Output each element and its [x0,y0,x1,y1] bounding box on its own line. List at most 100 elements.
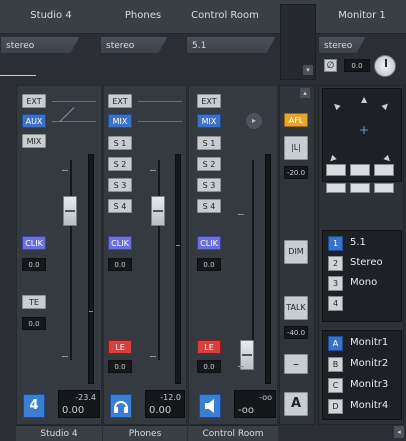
monitor-a-label: Monitr1 [350,337,389,348]
speaker-marker: ▲ [361,95,368,104]
phones-clik-value[interactable]: 0.0 [108,258,132,271]
cr-footer: Control Room [188,425,278,441]
studio4-level: -23.4 [75,393,96,402]
speaker-marker: ▲ [380,100,392,111]
panner-opt-3[interactable] [374,183,394,193]
cr-mix-button[interactable]: MIX [197,114,221,128]
route-line [138,101,182,102]
studio4-fader-handle[interactable] [63,196,77,226]
studio4-te-button[interactable]: TE [22,295,46,309]
phones-mode-select[interactable]: stereo [100,36,168,54]
fader-tick [62,170,68,171]
studio4-clik-button[interactable]: CLIK [22,236,46,250]
speaker-set-4-button[interactable]: 4 [328,296,343,311]
cr-s4-button[interactable]: S 4 [197,199,221,213]
phones-s2-button[interactable]: S 2 [108,157,132,171]
phones-s1-button[interactable]: S 1 [108,136,132,150]
cr-clik-button[interactable]: CLIK [197,236,221,250]
lli-button[interactable]: |L| [284,136,308,160]
headphones-icon[interactable] [110,394,132,418]
monitor1-mode-select[interactable]: stereo [318,36,366,54]
studio4-ext-button[interactable]: EXT [22,94,46,108]
cr-clik-value[interactable]: 0.0 [197,258,221,271]
phones-s3-button[interactable]: S 3 [108,178,132,192]
speaker-set-3-label: Mono [350,277,378,288]
phones-readout: -12.0 0.00 [145,390,185,418]
fader-tick [62,356,68,357]
cr-fader-track [252,160,254,360]
monitor-b-button[interactable]: B [328,357,343,372]
dim-button[interactable]: DIM [284,240,308,264]
phones-footer: Phones [103,425,187,441]
phones-s4-button[interactable]: S 4 [108,199,132,213]
studio4-mode-select[interactable]: stereo [0,36,80,54]
monitor-d-button[interactable]: D [328,399,343,414]
studio4-readout: -23.4 0.00 [58,390,100,418]
phones-le-value[interactable]: 0.0 [108,360,132,373]
studio4-te-value[interactable]: 0.0 [22,317,46,330]
phones-le-button[interactable]: LE [108,340,132,354]
phones-ext-button[interactable]: EXT [108,94,132,108]
panner-mode-1[interactable] [326,164,346,176]
cr-ext-button[interactable]: EXT [197,94,221,108]
monitor-c-label: Monitr3 [350,379,389,390]
studio4-mix-button[interactable]: MIX [22,134,46,148]
chevron-left-icon[interactable]: ◂ [394,426,404,438]
studio4-aux-button[interactable]: AUX [22,114,46,128]
phones-fader-track [158,160,160,360]
panner-mode-3[interactable] [374,164,394,176]
pointer-line [0,75,36,76]
cr-le-value[interactable]: 0.0 [197,360,221,373]
control-room-mode-select[interactable]: 5.1 [186,36,276,54]
lli-value[interactable]: -20.0 [284,166,308,179]
pan-position[interactable]: + [359,123,369,137]
fader-tick [238,366,244,367]
monitor-knob[interactable] [374,55,396,77]
fader-tick [238,214,244,215]
play-icon[interactable]: ▸ [246,113,262,129]
fader-tick [150,170,156,171]
route-line [138,121,182,122]
studio4-select-button[interactable]: 4 [23,394,45,418]
chevron-down-icon[interactable]: ▾ [303,65,313,75]
control-room-title: Control Room [191,10,259,21]
speaker-set-1-button[interactable]: 1 [328,236,343,251]
speaker-set-3-button[interactable]: 3 [328,276,343,291]
minus-button[interactable]: – [284,354,308,374]
a-button[interactable]: A [284,392,308,416]
speaker-set-2-button[interactable]: 2 [328,256,343,271]
chevron-up-icon[interactable]: ▴ [300,88,310,98]
cr-s2-button[interactable]: S 2 [197,157,221,171]
speaker-set-1-label: 5.1 [350,237,366,248]
panner-opt-1[interactable] [326,183,346,193]
cr-meter [265,154,271,384]
studio4-fader-track [70,160,72,360]
monitor-c-button[interactable]: C [328,378,343,393]
speaker-marker: ▲ [330,100,342,111]
monitor-b-label: Monitr2 [350,358,389,369]
phones-mix-button[interactable]: MIX [108,114,132,128]
talk-value[interactable]: -40.0 [284,326,308,339]
phones-clik-button[interactable]: CLIK [108,236,132,250]
studio4-meter [88,154,94,384]
panner-mode-2[interactable] [350,164,370,176]
cr-s3-button[interactable]: S 3 [197,178,221,192]
cr-s1-button[interactable]: S 1 [197,136,221,150]
talk-button[interactable]: TALK [284,296,308,320]
afl-button[interactable]: AFL [284,113,308,127]
phase-icon[interactable]: ∅ [324,59,337,72]
phones-fader-handle[interactable] [151,196,165,226]
monitor-a-button[interactable]: A [328,336,343,351]
studio4-title: Studio 4 [30,10,72,21]
panner-opt-2[interactable] [350,183,370,193]
speaker-icon[interactable] [199,394,221,418]
studio4-clik-value[interactable]: 0.0 [22,258,46,271]
cr-scroll-area[interactable]: ▾ [280,4,316,80]
studio4-gain: 0.00 [62,405,85,416]
phones-meter [175,154,181,384]
monitor-value[interactable]: 0.0 [344,59,370,72]
studio4-footer: Studio 4 [16,425,102,441]
phones-level: -12.0 [160,393,181,402]
cr-le-button[interactable]: LE [197,340,221,354]
cr-readout: -oo -oo [234,390,276,418]
